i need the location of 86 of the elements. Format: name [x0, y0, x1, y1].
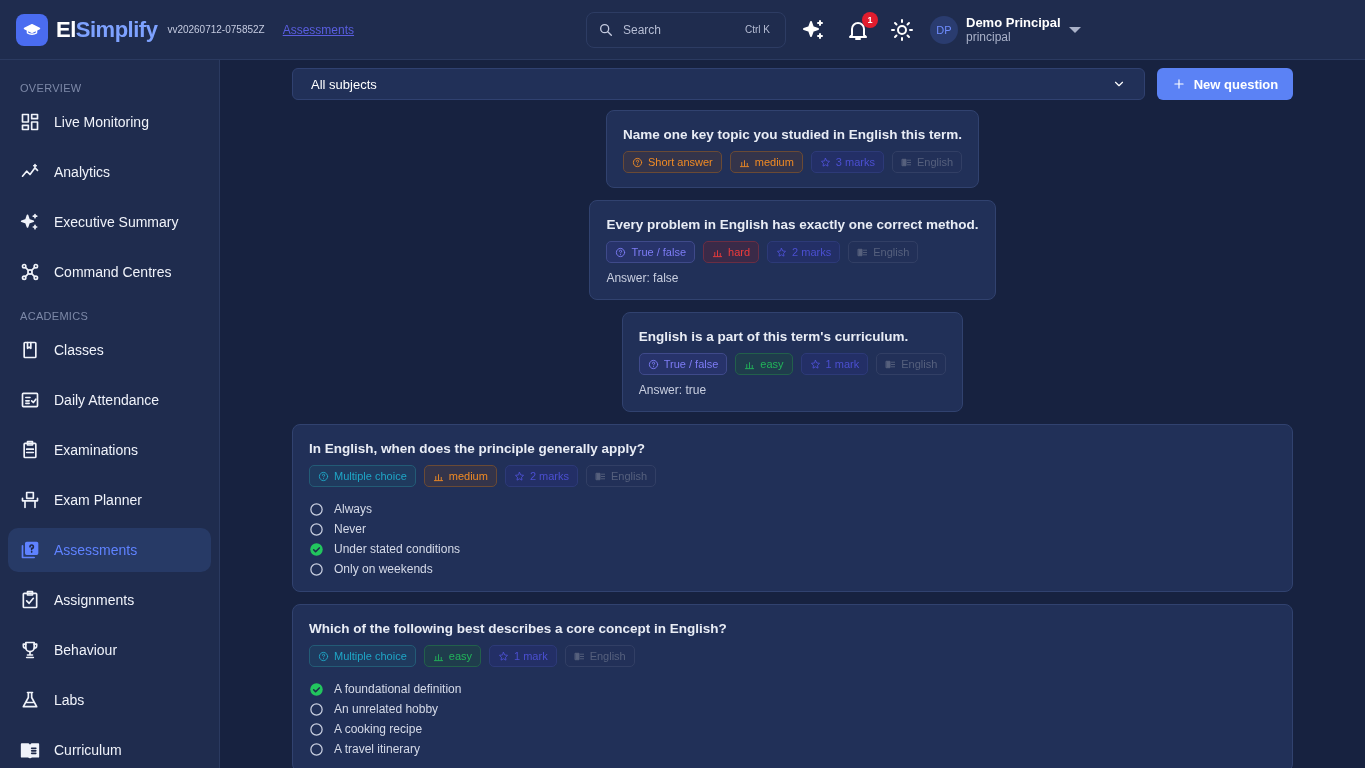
answer-text: Answer: false [606, 271, 680, 285]
sidebar-item[interactable]: Daily Attendance [8, 378, 211, 422]
marks-tag: 2 marks [504, 465, 578, 487]
plus-icon [1171, 77, 1186, 91]
open-book-icon [20, 740, 40, 760]
book-icon [857, 246, 869, 258]
help-circle-icon [318, 650, 329, 662]
option-text: Always [334, 502, 372, 516]
caret-icon [1068, 26, 1081, 33]
user-name: Demo Principal [966, 15, 1061, 30]
notification-badge: 1 [862, 11, 878, 28]
sidebar-item[interactable]: Exam Planner [8, 478, 211, 522]
marks-tag: 3 marks [810, 151, 884, 173]
sidebar-item[interactable]: Command Centres [8, 250, 211, 294]
sidebar-item[interactable]: Live Monitoring [8, 100, 211, 144]
question-type-tag: Multiple choice [309, 645, 416, 667]
help-circle-icon [615, 246, 627, 258]
marks-tag: 1 mark [800, 353, 869, 375]
sidebar-item[interactable]: Assignments [8, 578, 211, 622]
difficulty-tag: medium [729, 151, 803, 173]
book-icon [901, 156, 912, 168]
new-question-button[interactable]: New question [1157, 68, 1293, 100]
question-text: Every problem in English has exactly one correct method. [606, 217, 979, 232]
marks-tag: 2 marks [767, 241, 841, 263]
sidebar-item[interactable]: Executive Summary [8, 200, 211, 244]
help-circle-icon [631, 156, 643, 168]
trophy-icon [20, 640, 40, 660]
sparkle-icon [20, 212, 40, 232]
book-icon [20, 340, 40, 360]
sidebar-item[interactable]: Examinations [8, 428, 211, 472]
checklist-icon [20, 390, 40, 410]
avatar: DP [930, 15, 958, 44]
shortcut-hint: Ctrl K [745, 23, 770, 35]
difficulty-tag: hard [703, 241, 760, 263]
star-icon [809, 358, 821, 370]
star-icon [498, 650, 509, 662]
option-text: Only on weekends [334, 562, 433, 576]
difficulty-tag: easy [735, 353, 793, 375]
user-role: principal [966, 30, 1011, 44]
dashboard-icon [20, 112, 40, 132]
book-icon [573, 650, 585, 662]
difficulty-tag: easy [423, 645, 481, 667]
star-icon [513, 470, 525, 482]
option-text: Under stated conditions [334, 542, 461, 556]
sidebar-item[interactable]: Labs [8, 678, 211, 722]
question-type-tag: True / false [606, 241, 696, 263]
desk-chair-icon [20, 490, 40, 510]
option-text: An unrelated hobby [334, 702, 439, 716]
question-text: In English, when does the principle generally apply? [309, 441, 647, 456]
question-text: Name one key topic you studied in English this term. [622, 127, 963, 142]
sparkle-icon [802, 17, 826, 42]
app-name: ElSimplify [56, 16, 158, 43]
help-circle-icon [318, 470, 329, 482]
section-heading: OVERVIEW [19, 81, 83, 96]
sidebar-item[interactable]: Curriculum [8, 728, 211, 768]
subject-dropdown[interactable]: All subjects [292, 68, 1145, 100]
question-type-tag: Multiple choice [309, 465, 416, 487]
question-text: English is a part of this term's curriculum. [638, 329, 910, 344]
user-menu[interactable]: DP Demo Principal principal [930, 15, 1081, 44]
section-heading: ACADEMICS [19, 309, 90, 324]
question-card-icon [20, 540, 40, 560]
difficulty-tag: medium [423, 465, 497, 487]
help-circle-icon [647, 358, 659, 370]
option-text: A travel itinerary [334, 742, 421, 756]
sun-icon [890, 17, 914, 42]
question-type-tag: True / false [638, 353, 728, 375]
question-text: Which of the following best describes a core concept in English? [309, 621, 728, 636]
option-text: A foundational definition [334, 682, 462, 696]
sidebar-item[interactable]: Analytics [8, 150, 211, 194]
option-text: Never [334, 522, 366, 536]
search-icon [598, 21, 614, 38]
sidebar-item[interactable]: Classes [8, 328, 211, 372]
option-text: A cooking recipe [334, 722, 423, 736]
clipboard-check-icon [20, 590, 40, 610]
clipboard-icon [20, 440, 40, 460]
book-icon [595, 470, 606, 482]
marks-tag: 1 mark [489, 645, 557, 667]
sidebar-item[interactable]: Behaviour [8, 628, 211, 672]
book-icon [885, 358, 897, 370]
flask-icon [20, 690, 40, 710]
star-icon [819, 156, 831, 168]
question-type-tag: Short answer [622, 151, 722, 173]
version-label: vv20260712-075852Z [167, 24, 265, 35]
answer-text: Answer: true [638, 383, 708, 397]
network-icon [20, 262, 40, 282]
star-icon [776, 246, 788, 258]
